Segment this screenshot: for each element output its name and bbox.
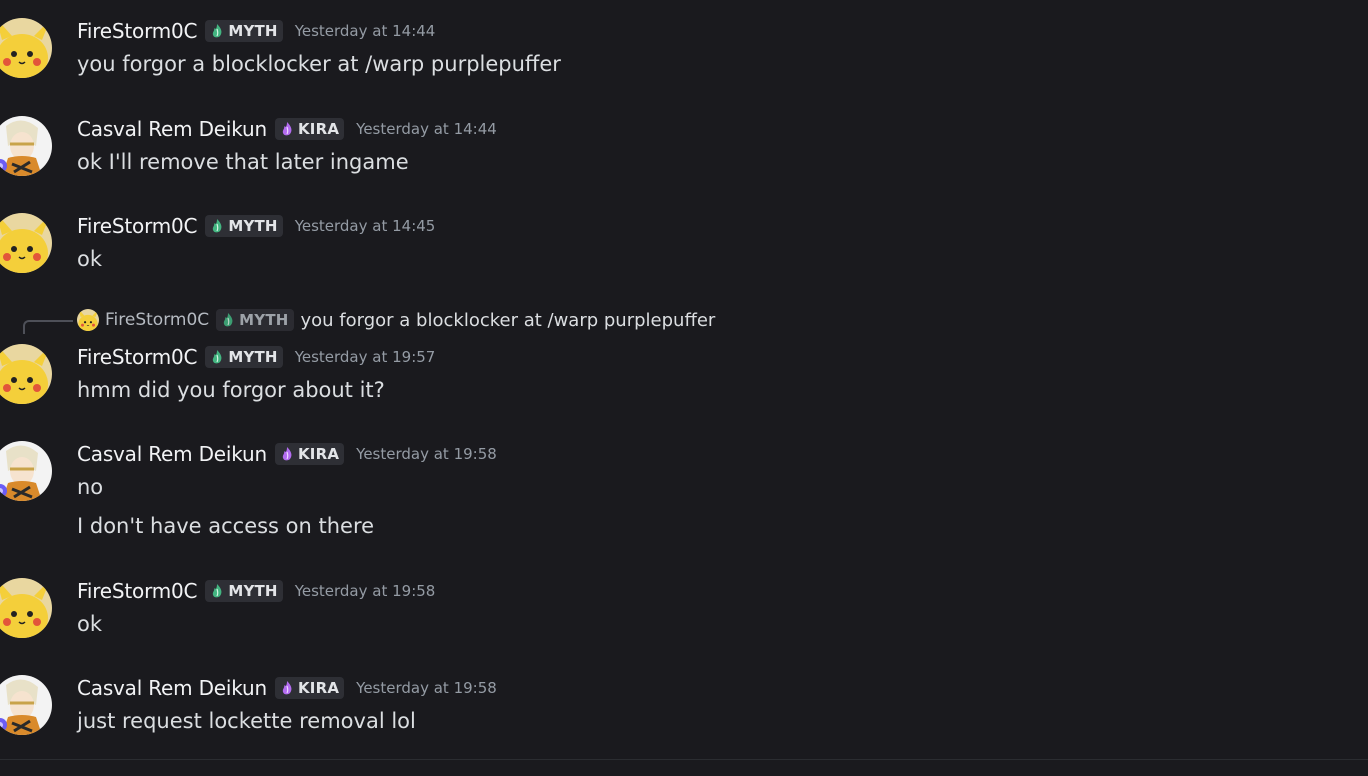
reply-preview[interactable]: FireStorm0C MYTH you forgor a blocklocke… — [77, 309, 715, 331]
role-tag[interactable]: KIRA — [274, 443, 345, 465]
role-tag[interactable]: KIRA — [274, 118, 345, 140]
role-tag: MYTH — [216, 309, 294, 331]
message-text: ok I'll remove that later ingame — [77, 150, 409, 174]
username[interactable]: Casval Rem Deikun — [77, 442, 267, 466]
purple-flame-icon — [279, 121, 295, 137]
leaf-flame-icon — [209, 218, 225, 234]
role-tag[interactable]: MYTH — [205, 346, 283, 368]
purple-flame-icon — [279, 446, 295, 462]
leaf-flame-icon — [220, 312, 236, 328]
timestamp: Yesterday at 19:58 — [356, 679, 497, 697]
leaf-flame-icon — [209, 583, 225, 599]
role-tag[interactable]: MYTH — [205, 215, 283, 237]
role-tag[interactable]: MYTH — [205, 580, 283, 602]
divider — [0, 759, 1368, 760]
message-text: ok — [77, 247, 103, 271]
timestamp: Yesterday at 19:57 — [294, 348, 436, 366]
timestamp: Yesterday at 14:44 — [294, 22, 436, 40]
username[interactable]: FireStorm0C — [77, 579, 198, 603]
purple-flame-icon — [279, 680, 295, 696]
avatar[interactable] — [0, 213, 52, 273]
timestamp: Yesterday at 14:45 — [294, 217, 436, 235]
username[interactable]: FireStorm0C — [77, 19, 198, 43]
username[interactable]: FireStorm0C — [77, 214, 198, 238]
username[interactable]: Casval Rem Deikun — [77, 117, 267, 141]
avatar — [77, 309, 99, 331]
username[interactable]: FireStorm0C — [77, 345, 198, 369]
role-tag[interactable]: KIRA — [274, 677, 345, 699]
reply-username[interactable]: FireStorm0C — [105, 310, 209, 330]
timestamp: Yesterday at 19:58 — [356, 445, 497, 463]
leaf-flame-icon — [209, 349, 225, 365]
timestamp: Yesterday at 14:44 — [356, 120, 497, 138]
reply-text: you forgor a blocklocker at /warp purple… — [300, 309, 716, 331]
message-text: I don't have access on there — [77, 514, 375, 538]
message-text: ok — [77, 612, 103, 636]
avatar[interactable] — [0, 441, 52, 501]
message-text: just request lockette removal lol — [77, 709, 416, 733]
avatar[interactable] — [0, 344, 52, 404]
username[interactable]: Casval Rem Deikun — [77, 676, 267, 700]
avatar[interactable] — [0, 578, 52, 638]
leaf-flame-icon — [209, 23, 225, 39]
message-text: hmm did you forgor about it? — [77, 378, 385, 402]
timestamp: Yesterday at 19:58 — [294, 582, 436, 600]
message-text: no — [77, 475, 104, 499]
avatar[interactable] — [0, 18, 52, 78]
avatar[interactable] — [0, 675, 52, 735]
message-text: you forgor a blocklocker at /warp purple… — [77, 52, 561, 76]
avatar[interactable] — [0, 116, 52, 176]
reply-connector — [23, 320, 73, 334]
role-tag[interactable]: MYTH — [205, 20, 283, 42]
